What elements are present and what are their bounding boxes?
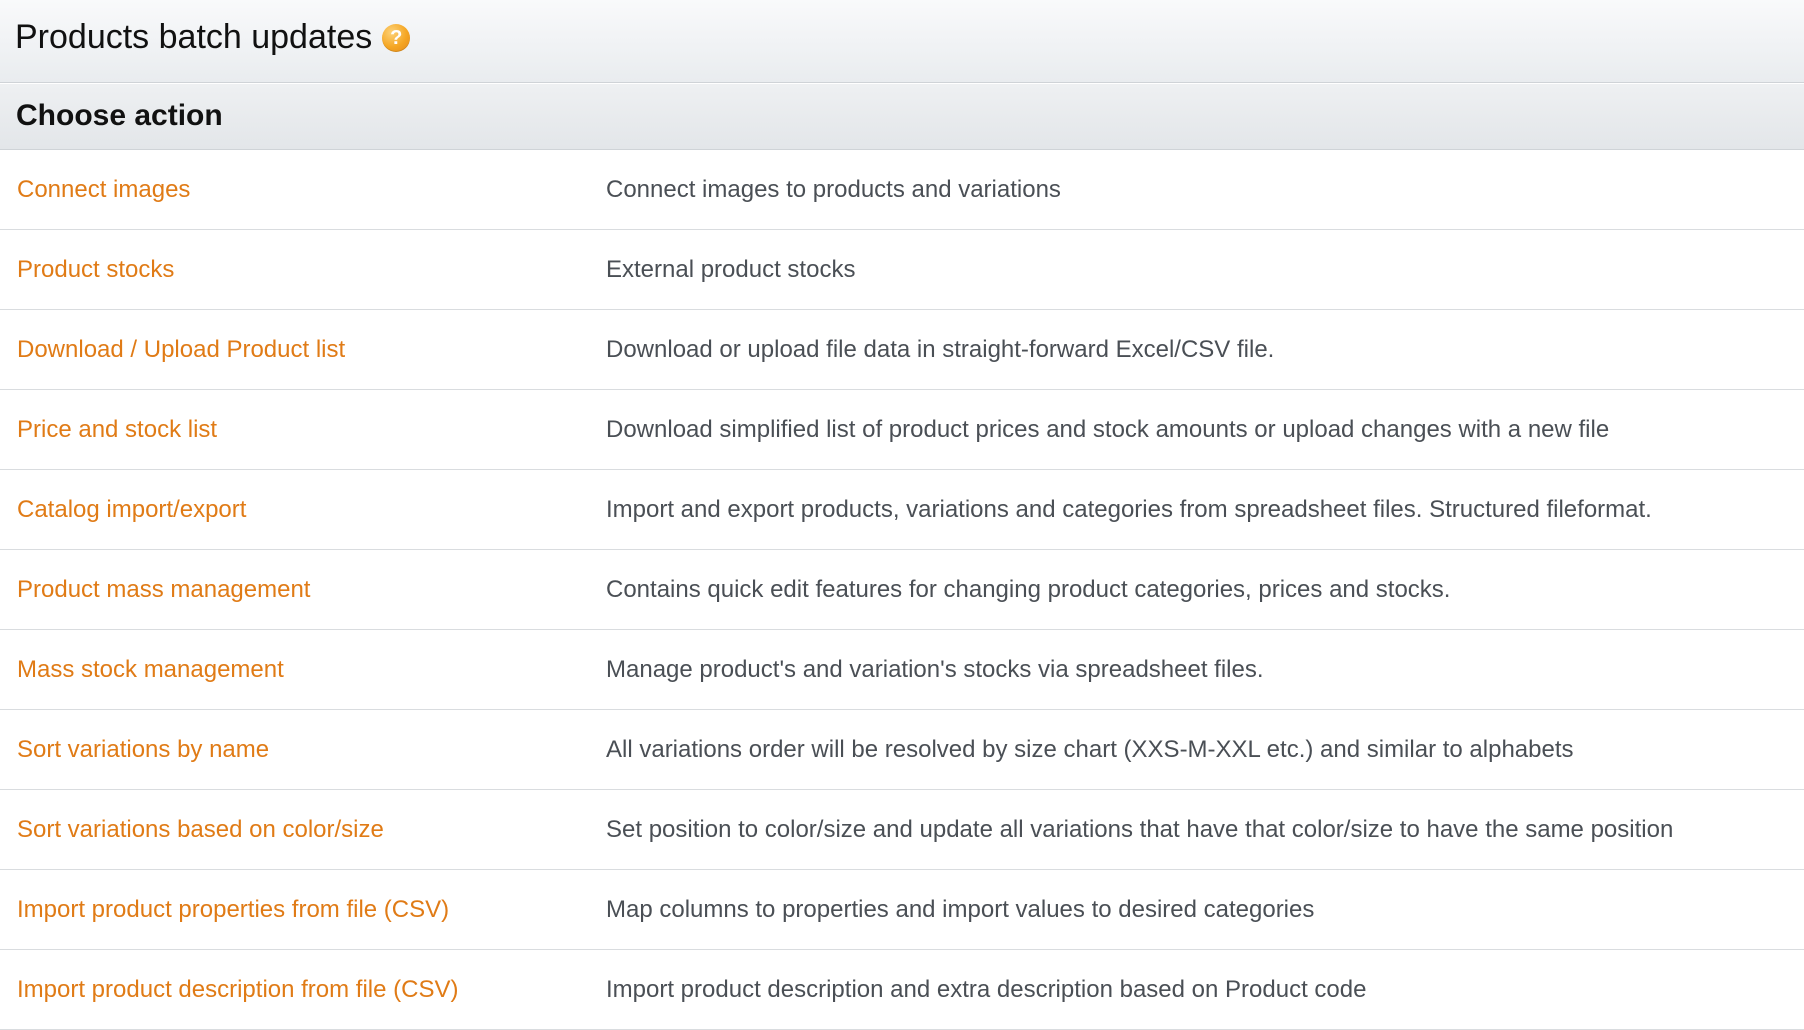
action-row: Sort variations based on color/size Set p… xyxy=(0,789,1804,870)
action-row: Download / Upload Product list Download o… xyxy=(0,309,1804,390)
action-link[interactable]: Price and stock list xyxy=(17,416,217,443)
action-description: Download or upload file data in straight… xyxy=(606,309,1804,390)
action-name-cell: Sort variations by name xyxy=(0,709,606,790)
section-header: Choose action xyxy=(0,84,1804,150)
action-link[interactable]: Connect images xyxy=(17,176,190,203)
action-link[interactable]: Sort variations based on color/size xyxy=(17,816,384,843)
page-title-text: Products batch updates xyxy=(15,18,373,56)
action-name-cell: Catalog import/export xyxy=(0,469,606,550)
action-description: Import and export products, variations a… xyxy=(606,469,1804,550)
action-description: Download simplified list of product pric… xyxy=(606,389,1804,470)
action-link[interactable]: Import product description from file (CS… xyxy=(17,976,458,1003)
action-row: Connect images Connect images to products… xyxy=(0,150,1804,230)
action-name-cell: Product mass management xyxy=(0,549,606,630)
section-title: Choose action xyxy=(16,99,223,132)
action-description: Contains quick edit features for changin… xyxy=(606,549,1804,630)
action-name-cell: Mass stock management xyxy=(0,629,606,710)
action-link[interactable]: Product mass management xyxy=(17,576,310,603)
action-name-cell: Product stocks xyxy=(0,229,606,310)
action-row: Sort variations by name All variations or… xyxy=(0,709,1804,790)
action-row: Product stocks External product stocks xyxy=(0,229,1804,310)
action-description: All variations order will be resolved by… xyxy=(606,709,1804,790)
action-row: Import product description from file (CS… xyxy=(0,949,1804,1030)
action-link[interactable]: Mass stock management xyxy=(17,656,284,683)
action-name-cell: Download / Upload Product list xyxy=(0,309,606,390)
action-description: Connect images to products and variation… xyxy=(606,150,1804,230)
action-link[interactable]: Product stocks xyxy=(17,256,174,283)
action-link[interactable]: Catalog import/export xyxy=(17,496,246,523)
action-description: Map columns to properties and import val… xyxy=(606,869,1804,950)
page-header: Products batch updates ? xyxy=(0,0,1804,83)
page-title: Products batch updates ? xyxy=(15,17,411,57)
action-description: Import product description and extra des… xyxy=(606,949,1804,1030)
action-description: Manage product's and variation's stocks … xyxy=(606,629,1804,710)
action-name-cell: Price and stock list xyxy=(0,389,606,470)
action-name-cell: Connect images xyxy=(0,150,606,230)
action-row: Import product properties from file (CSV… xyxy=(0,869,1804,950)
action-link[interactable]: Download / Upload Product list xyxy=(17,336,345,363)
question-mark-icon[interactable]: ? xyxy=(382,24,411,52)
action-link[interactable]: Import product properties from file (CSV… xyxy=(17,896,449,923)
action-name-cell: Import product properties from file (CSV… xyxy=(0,869,606,950)
action-link[interactable]: Sort variations by name xyxy=(17,736,269,763)
action-name-cell: Import product description from file (CS… xyxy=(0,949,606,1030)
action-description: Set position to color/size and update al… xyxy=(606,789,1804,870)
action-description: External product stocks xyxy=(606,229,1804,310)
action-row: Catalog import/export Import and export p… xyxy=(0,469,1804,550)
action-row: Price and stock list Download simplified … xyxy=(0,389,1804,470)
action-name-cell: Sort variations based on color/size xyxy=(0,789,606,870)
actions-table: Connect images Connect images to products… xyxy=(0,150,1804,1030)
action-row: Mass stock management Manage product's an… xyxy=(0,629,1804,710)
action-row: Product mass management Contains quick ed… xyxy=(0,549,1804,630)
